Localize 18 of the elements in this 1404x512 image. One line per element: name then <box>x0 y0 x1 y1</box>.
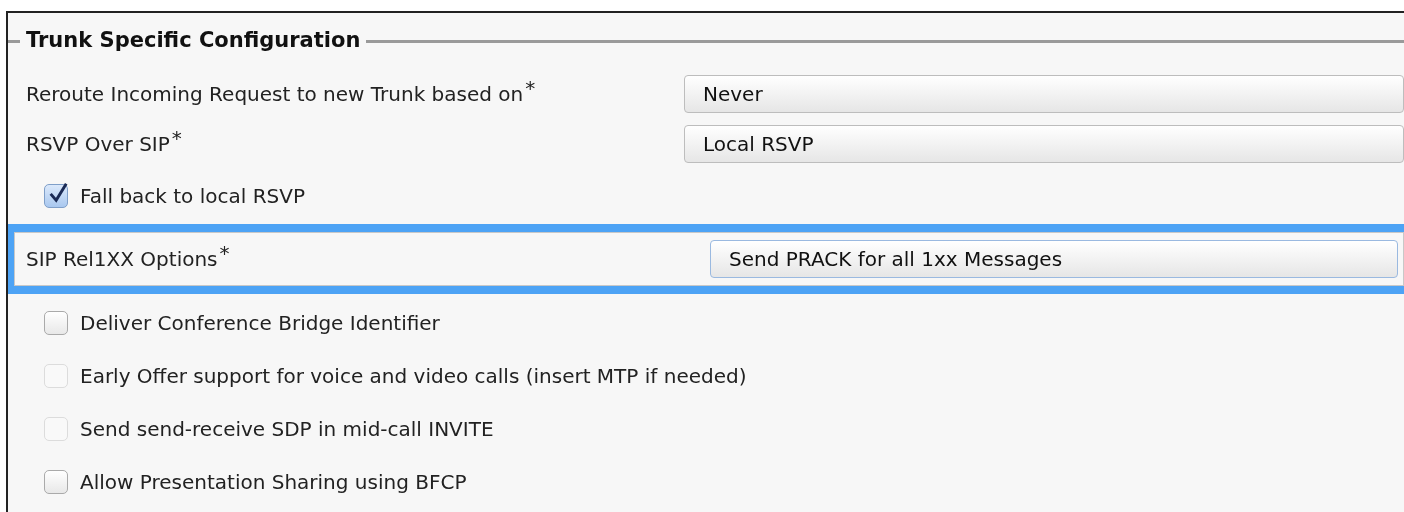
required-mark: * <box>219 240 230 267</box>
field-label: SIP Rel1XX Options <box>26 246 218 273</box>
checkbox-label: Send send-receive SDP in mid-call INVITE <box>80 415 494 443</box>
dropdown-select[interactable]: Local RSVP <box>684 125 1404 163</box>
section-title: Trunk Specific Configuration <box>25 27 362 55</box>
required-mark: * <box>525 75 536 102</box>
field-label: RSVP Over SIP <box>26 131 170 158</box>
checkbox-label: Early Offer support for voice and video calls (insert MTP if needed) <box>80 362 747 390</box>
checkbox[interactable] <box>44 469 68 494</box>
checkbox-label: Allow Presentation Sharing using BFCP <box>80 468 467 496</box>
dropdown-select[interactable]: Send PRACK for all 1xx Messages <box>710 240 1398 278</box>
checkbox-label: Fall back to local RSVP <box>80 182 305 210</box>
field-label: Reroute Incoming Request to new Trunk based on <box>26 81 524 108</box>
dropdown-select[interactable]: Never <box>684 75 1404 113</box>
checkbox-label: Deliver Conference Bridge Identifier <box>80 309 440 337</box>
checkbox[interactable] <box>44 183 68 208</box>
required-mark: * <box>171 125 182 152</box>
checkbox[interactable] <box>44 310 68 335</box>
